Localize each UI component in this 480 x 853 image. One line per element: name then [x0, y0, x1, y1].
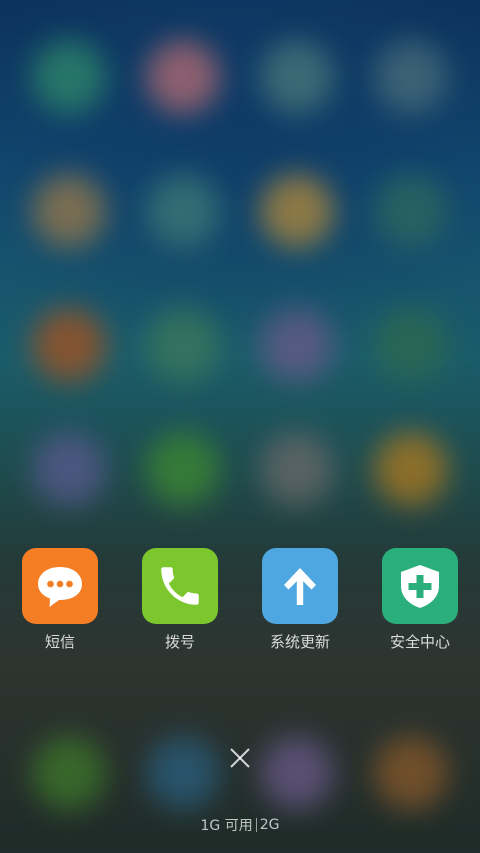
- blurred-app: [146, 40, 220, 114]
- blurred-app: [146, 308, 220, 382]
- blurred-app: [374, 432, 448, 506]
- shield-plus-icon: [401, 565, 439, 608]
- up-arrow-icon: [284, 568, 316, 605]
- blurred-app: [260, 174, 334, 248]
- phone-icon: [161, 567, 199, 605]
- memory-total: 2G: [259, 817, 280, 833]
- close-icon: [230, 748, 250, 768]
- blurred-app: [32, 308, 106, 382]
- blurred-app: [374, 736, 448, 810]
- memory-status: 1G 可用 2G: [0, 814, 480, 836]
- blurred-app: [32, 736, 106, 810]
- blurred-app: [146, 432, 220, 506]
- blurred-app: [32, 174, 106, 248]
- app-label: 安全中心: [389, 633, 450, 651]
- blurred-app: [260, 308, 334, 382]
- blurred-app: [146, 174, 220, 248]
- blurred-app: [374, 308, 448, 382]
- memory-available: 1G 可用: [200, 818, 253, 834]
- close-all-button[interactable]: [220, 738, 260, 778]
- blurred-wallpaper: [0, 0, 480, 853]
- app-label: 短信: [44, 633, 75, 651]
- recent-app-security-center[interactable]: 安全中心: [360, 548, 480, 658]
- app-icon-tile: [382, 548, 458, 624]
- blurred-app: [32, 432, 106, 506]
- message-bubble-icon: [38, 567, 82, 607]
- recent-app-system-update[interactable]: 系统更新: [240, 548, 360, 658]
- memory-separator: [255, 818, 257, 832]
- recent-apps-tray: 短信 拨号 系统更新 安全中心: [0, 548, 480, 658]
- blurred-app: [260, 736, 334, 810]
- recent-app-dialer[interactable]: 拨号: [120, 548, 240, 658]
- blurred-app: [32, 40, 106, 114]
- blurred-app: [374, 40, 448, 114]
- blurred-app: [374, 174, 448, 248]
- blurred-app: [146, 736, 220, 810]
- app-label: 拨号: [164, 633, 195, 651]
- recent-app-messages[interactable]: 短信: [0, 548, 120, 658]
- blurred-app: [260, 432, 334, 506]
- app-icon-tile: [142, 548, 218, 624]
- blurred-app: [260, 40, 334, 114]
- app-icon-tile: [22, 548, 98, 624]
- app-icon-tile: [262, 548, 338, 624]
- app-label: 系统更新: [269, 633, 330, 651]
